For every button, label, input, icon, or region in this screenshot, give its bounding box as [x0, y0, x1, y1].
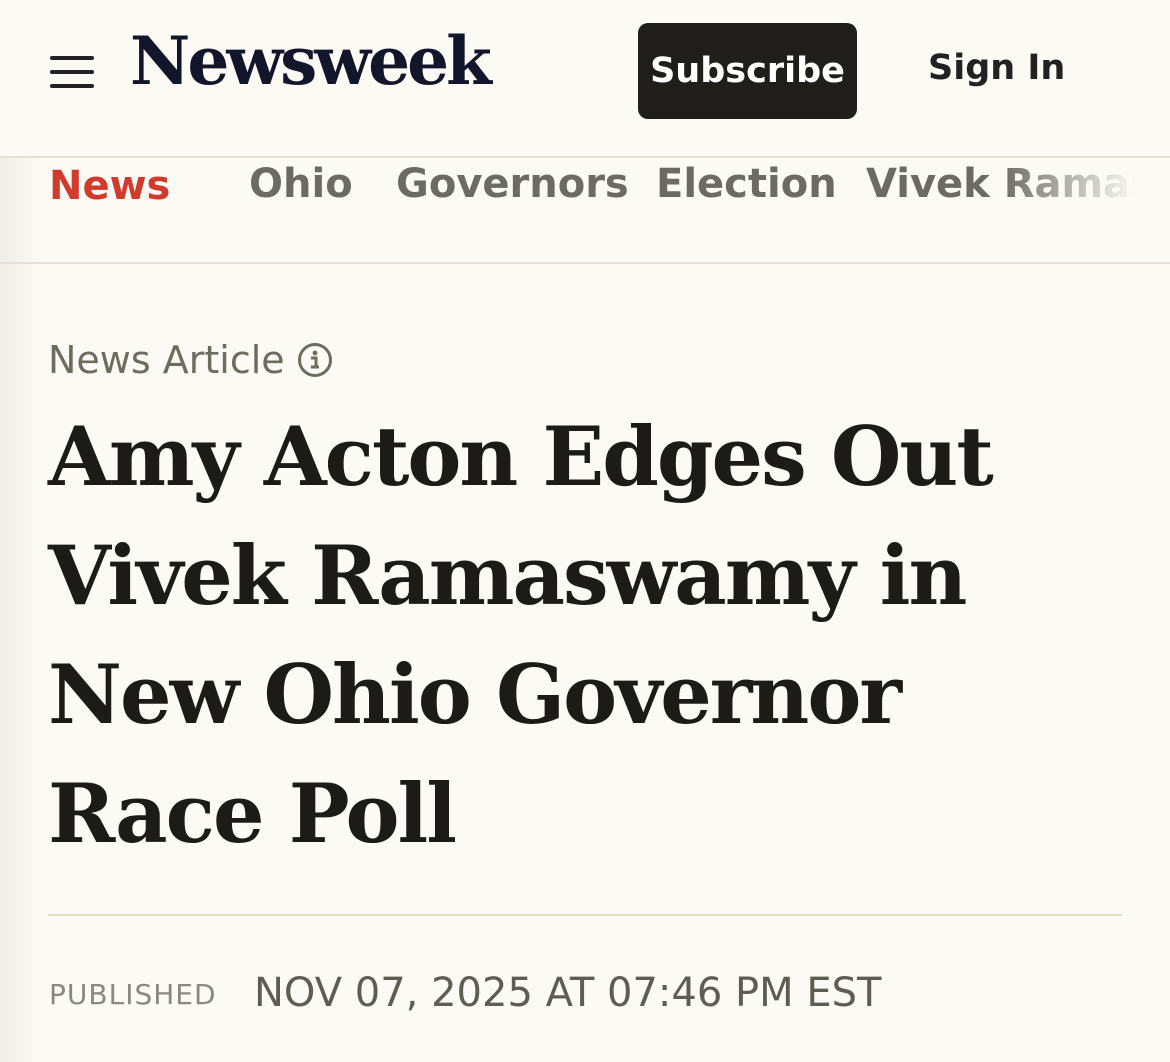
nav-item-governors[interactable]: Governors [396, 158, 629, 210]
article-headline: Amy Acton Edges Out Vivek Ramaswamy in N… [48, 410, 994, 862]
divider [48, 914, 1122, 916]
sign-in-link[interactable]: Sign In [928, 48, 1065, 88]
menu-icon[interactable] [50, 56, 94, 88]
nav-item-news[interactable]: News [49, 160, 170, 212]
site-header: Newsweek Subscribe Sign In [0, 0, 1170, 158]
topic-nav: News Ohio Governors Election Vivek Ramas [0, 158, 1170, 264]
published-label: PUBLISHED [49, 978, 217, 1011]
subscribe-button[interactable]: Subscribe [638, 23, 857, 119]
nav-item-election[interactable]: Election [656, 158, 837, 210]
site-logo[interactable]: Newsweek [130, 28, 492, 94]
published-date: NOV 07, 2025 AT 07:46 PM EST [254, 970, 882, 1016]
info-icon[interactable] [297, 342, 333, 378]
article-type-label: News Article [48, 338, 285, 382]
nav-item-vivek-ramaswamy[interactable]: Vivek Ramas [866, 158, 1154, 210]
article-type: News Article [48, 338, 333, 382]
nav-item-ohio[interactable]: Ohio [249, 158, 353, 210]
